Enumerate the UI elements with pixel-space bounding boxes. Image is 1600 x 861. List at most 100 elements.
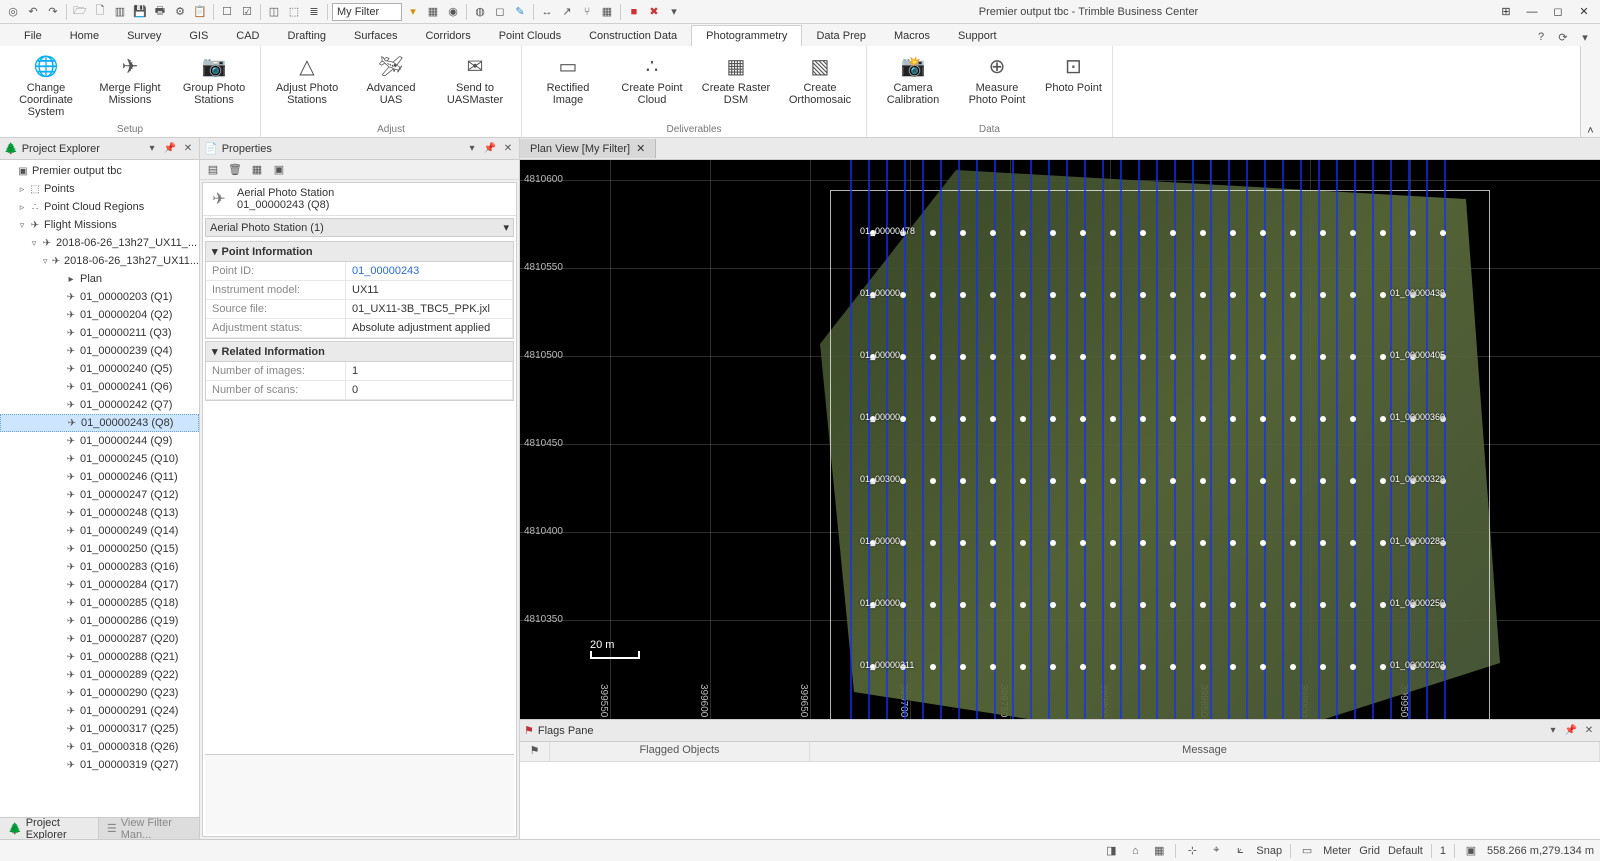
photo-station-point[interactable] — [1260, 540, 1266, 546]
photo-station-point[interactable] — [1140, 664, 1146, 670]
tab-dataprep[interactable]: Data Prep — [802, 26, 880, 46]
photo-station-point[interactable] — [1080, 354, 1086, 360]
sb-units-icon[interactable]: ▭ — [1299, 843, 1315, 859]
photo-station-point[interactable] — [1290, 354, 1296, 360]
photo-station-point[interactable] — [930, 540, 936, 546]
photo-station-point[interactable] — [1320, 416, 1326, 422]
photo-station-point[interactable] — [1380, 664, 1386, 670]
qa-save-icon[interactable]: 💾 — [131, 3, 149, 21]
photo-station-point[interactable] — [1320, 478, 1326, 484]
photo-station-point[interactable] — [900, 602, 906, 608]
photo-station-point[interactable] — [1320, 664, 1326, 670]
pane-menu-icon[interactable]: ▾ — [1546, 724, 1560, 738]
photo-station-point[interactable] — [1260, 230, 1266, 236]
qa-filter-dd-icon[interactable]: ▾ — [404, 3, 422, 21]
tree-node[interactable]: ✈01_00000244 (Q9) — [0, 432, 199, 450]
photo-station-point[interactable] — [1110, 478, 1116, 484]
tree-node[interactable]: ✈01_00000319 (Q27) — [0, 756, 199, 774]
minimize-icon[interactable]: — — [1520, 3, 1544, 21]
tree-node[interactable]: ✈01_00000249 (Q14) — [0, 522, 199, 540]
tree-node[interactable]: ✈01_00000291 (Q24) — [0, 702, 199, 720]
ribbon-create-point-cloud[interactable]: ∴Create Point Cloud — [612, 48, 692, 124]
qa-settings-icon[interactable]: ⚙ — [171, 3, 189, 21]
photo-station-point[interactable] — [1140, 416, 1146, 422]
qa-print-icon[interactable]: 🖶 — [151, 3, 169, 21]
tab-drafting[interactable]: Drafting — [274, 26, 341, 46]
photo-station-point[interactable] — [1020, 602, 1026, 608]
photo-station-point[interactable] — [1050, 292, 1056, 298]
photo-station-point[interactable] — [1230, 230, 1236, 236]
tab-survey[interactable]: Survey — [113, 26, 175, 46]
qa-dim-icon[interactable]: ↔ — [538, 3, 556, 21]
qa-folder-icon[interactable]: ▥ — [111, 3, 129, 21]
tree-node[interactable]: ✈01_00000288 (Q21) — [0, 648, 199, 666]
pane-close-icon[interactable]: ✕ — [501, 142, 515, 156]
help-icon[interactable]: ? — [1532, 28, 1550, 46]
close-icon[interactable]: ✕ — [1572, 3, 1596, 21]
photo-station-point[interactable] — [1170, 230, 1176, 236]
photo-station-point[interactable] — [1380, 292, 1386, 298]
sb-snap[interactable]: Snap — [1256, 845, 1282, 857]
photo-station-point[interactable] — [1110, 602, 1116, 608]
photo-station-point[interactable] — [1080, 478, 1086, 484]
qa-cube-icon[interactable]: ⬚ — [285, 3, 303, 21]
tree-node[interactable]: ▿✈2018-06-26_13h27_UX11... — [0, 252, 199, 270]
photo-station-point[interactable] — [1290, 602, 1296, 608]
tree-node[interactable]: ▣Premier output tbc — [0, 162, 199, 180]
photo-station-point[interactable] — [1350, 292, 1356, 298]
ribbon-adjust-photo-stations[interactable]: △Adjust Photo Stations — [267, 48, 347, 124]
photo-station-point[interactable] — [1320, 292, 1326, 298]
ribbon-advanced-uas[interactable]: 🛩Advanced UAS — [351, 48, 431, 124]
ribbon-collapse-arrow[interactable]: ˄ — [1580, 46, 1600, 137]
photo-station-point[interactable] — [1170, 540, 1176, 546]
tree-node[interactable]: ✈01_00000243 (Q8) — [0, 414, 199, 432]
photo-station-point[interactable] — [1380, 354, 1386, 360]
refresh-icon[interactable]: ⟳ — [1554, 28, 1572, 46]
photo-station-point[interactable] — [1260, 478, 1266, 484]
photo-station-point[interactable] — [990, 416, 996, 422]
pane-close-icon[interactable]: ✕ — [1582, 724, 1596, 738]
tree-node[interactable]: ✈01_00000247 (Q12) — [0, 486, 199, 504]
photo-station-point[interactable] — [960, 540, 966, 546]
view-filter-select[interactable]: My Filter — [332, 3, 402, 21]
ribbon-change-coordinate-system[interactable]: 🌐Change Coordinate System — [6, 48, 86, 124]
photo-station-point[interactable] — [1290, 664, 1296, 670]
photo-station-point[interactable] — [1110, 354, 1116, 360]
photo-station-point[interactable] — [990, 540, 996, 546]
expand-icon[interactable]: ▿ — [40, 256, 50, 267]
tree-node[interactable]: ✈01_00000241 (Q6) — [0, 378, 199, 396]
expand-icon[interactable]: ▿ — [16, 220, 28, 231]
photo-station-point[interactable] — [1230, 602, 1236, 608]
sb-icon-3[interactable]: ▦ — [1151, 843, 1167, 859]
tab-support[interactable]: Support — [944, 26, 1011, 46]
tab-surfaces[interactable]: Surfaces — [340, 26, 411, 46]
pane-close-icon[interactable]: ✕ — [181, 142, 195, 156]
photo-station-point[interactable] — [1200, 478, 1206, 484]
photo-station-point[interactable] — [990, 230, 996, 236]
photo-station-point[interactable] — [1230, 478, 1236, 484]
tab-close-icon[interactable]: ✕ — [636, 142, 645, 155]
qa-redo-icon[interactable]: ↷ — [44, 3, 62, 21]
photo-station-point[interactable] — [1350, 540, 1356, 546]
photo-station-point[interactable] — [1320, 540, 1326, 546]
expand-icon[interactable]: ▹ — [16, 202, 28, 213]
tab-home[interactable]: Home — [56, 26, 113, 46]
photo-station-point[interactable] — [1140, 230, 1146, 236]
photo-station-point[interactable] — [1230, 292, 1236, 298]
sb-icon-5[interactable]: ⌖ — [1208, 843, 1224, 859]
photo-station-point[interactable] — [1050, 478, 1056, 484]
photo-station-point[interactable] — [1080, 230, 1086, 236]
tree-node[interactable]: ✈01_00000318 (Q26) — [0, 738, 199, 756]
expand-icon[interactable]: ▿ — [28, 238, 40, 249]
tab-gis[interactable]: GIS — [175, 26, 222, 46]
sb-icon-6[interactable]: ⟀ — [1232, 843, 1248, 859]
prop-t1-icon[interactable]: ▤ — [204, 161, 222, 179]
tab-cad[interactable]: CAD — [222, 26, 273, 46]
photo-station-point[interactable] — [960, 416, 966, 422]
photo-station-point[interactable] — [1260, 416, 1266, 422]
prop-section-header[interactable]: ▾Related Information — [205, 341, 514, 362]
photo-station-point[interactable] — [1350, 354, 1356, 360]
tree-node[interactable]: ✈01_00000204 (Q2) — [0, 306, 199, 324]
photo-station-point[interactable] — [1140, 292, 1146, 298]
tree-node[interactable]: ✈01_00000203 (Q1) — [0, 288, 199, 306]
